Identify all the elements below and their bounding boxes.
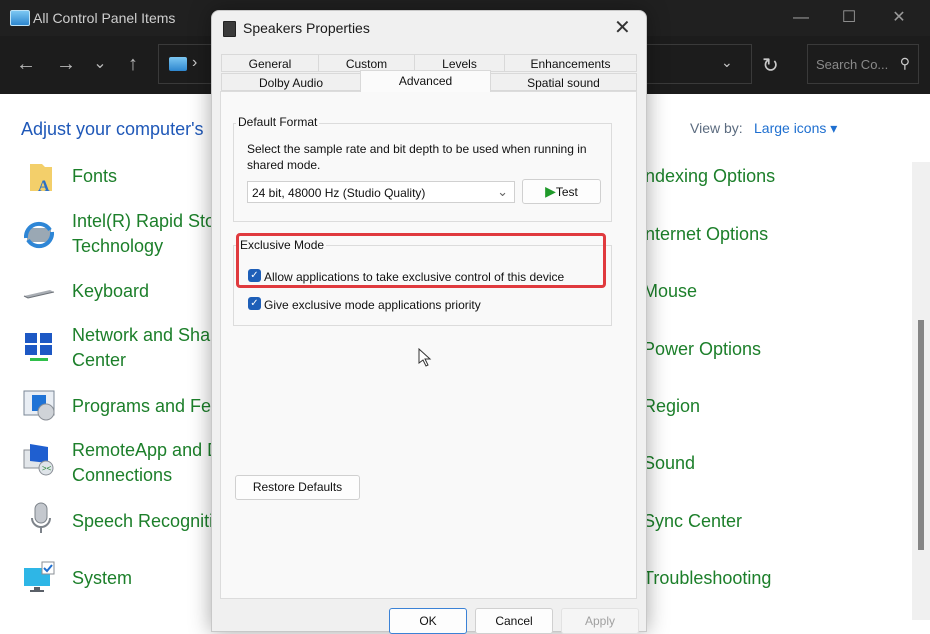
sample-rate-value: 24 bit, 48000 Hz (Studio Quality) [252,186,426,200]
tab-dolby-audio[interactable]: Dolby Audio [221,73,361,91]
test-button[interactable]: ▶Test [522,179,601,204]
dialog-title: Speakers Properties [243,20,370,36]
item-speech-recognition[interactable]: Speech Recogniti [72,509,213,534]
item-line: Center [72,350,127,370]
sample-rate-select[interactable]: 24 bit, 48000 Hz (Studio Quality) ⌄ [247,181,515,203]
search-icon[interactable]: ⚲ [900,55,910,72]
mouse-cursor-icon [418,348,432,367]
item-region[interactable]: Region [643,394,700,419]
refresh-button[interactable]: ↻ [762,53,779,78]
cancel-button[interactable]: Cancel [475,608,553,634]
default-format-description: Select the sample rate and bit depth to … [247,142,587,172]
item-troubleshooting[interactable]: Troubleshooting [643,566,771,591]
address-dropdown-icon[interactable]: ⌄ [721,54,733,71]
advanced-panel: Default Format Select the sample rate an… [220,91,637,599]
breadcrumb-separator[interactable]: › [192,54,197,72]
item-system[interactable]: System [72,566,132,591]
default-format-label: Default Format [236,115,320,129]
item-keyboard[interactable]: Keyboard [72,279,149,304]
svg-text:><: >< [42,464,52,473]
item-remoteapp[interactable]: RemoteApp and D Connections [72,438,220,488]
item-indexing-options[interactable]: ndexing Options [645,164,775,189]
item-power-options[interactable]: Power Options [643,337,761,362]
test-label: Test [555,185,578,199]
page-heading: Adjust your computer's [21,119,204,139]
item-line: Network and Shar [72,325,217,345]
item-fonts[interactable]: Fonts [72,164,117,189]
tab-general[interactable]: General [221,54,319,72]
item-intel-rapid-storage[interactable]: Intel(R) Rapid Sto Technology [72,209,215,259]
svg-text:A: A [38,178,50,194]
control-panel-icon [169,57,187,71]
tab-advanced[interactable]: Advanced [360,70,491,92]
dialog-close-button[interactable]: ✕ [614,15,631,40]
speaker-icon [223,21,236,37]
ok-button[interactable]: OK [389,608,467,634]
system-icon [24,561,55,592]
maximize-button[interactable]: ☐ [834,6,864,30]
search-placeholder: Search Co... [816,57,889,72]
restore-defaults-button[interactable]: Restore Defaults [235,475,360,500]
up-button[interactable]: ↑ [121,52,145,76]
close-button[interactable]: ✕ [884,6,914,30]
view-by-dropdown[interactable]: Large icons ▾ [754,120,837,137]
minimize-button[interactable]: — [786,6,816,30]
view-by-label: View by: [690,120,743,136]
exclusive-priority-checkbox[interactable]: ✓ [248,297,261,310]
remoteapp-icon: >< [23,444,54,476]
tab-spatial-sound[interactable]: Spatial sound [490,73,637,91]
back-button[interactable]: ← [14,52,38,76]
highlight-annotation [236,233,606,288]
recent-locations-button[interactable]: ⌄ [88,52,112,76]
item-network-sharing[interactable]: Network and Shar Center [72,323,216,373]
exclusive-priority-label[interactable]: Give exclusive mode applications priorit… [264,298,481,312]
window-title: All Control Panel Items [33,10,176,26]
item-line: Technology [72,236,164,256]
forward-button[interactable]: → [54,52,78,76]
keyboard-icon [23,290,55,299]
storage-icon [23,221,55,249]
item-programs-features[interactable]: Programs and Fea [72,394,221,419]
item-mouse[interactable]: Mouse [643,279,697,304]
network-icon [25,333,52,361]
item-sync-center[interactable]: Sync Center [643,509,742,534]
tab-enhancements[interactable]: Enhancements [504,54,637,72]
chevron-down-icon: ⌄ [497,184,508,199]
play-icon: ▶ [545,183,556,199]
item-sound[interactable]: Sound [643,451,695,476]
item-line: Connections [72,465,173,485]
search-input[interactable]: Search Co... ⚲ [807,44,919,84]
programs-icon [23,390,55,421]
apply-button[interactable]: Apply [561,608,639,634]
item-line: RemoteApp and D [72,440,221,460]
item-line: Intel(R) Rapid Sto [72,211,216,231]
speakers-properties-dialog: Speakers Properties ✕ General Custom Lev… [211,10,647,634]
microphone-icon [31,502,51,533]
control-panel-icon [10,10,30,26]
scrollbar-thumb[interactable] [918,320,924,550]
item-internet-options[interactable]: nternet Options [645,222,768,247]
fonts-icon: A [30,164,52,194]
